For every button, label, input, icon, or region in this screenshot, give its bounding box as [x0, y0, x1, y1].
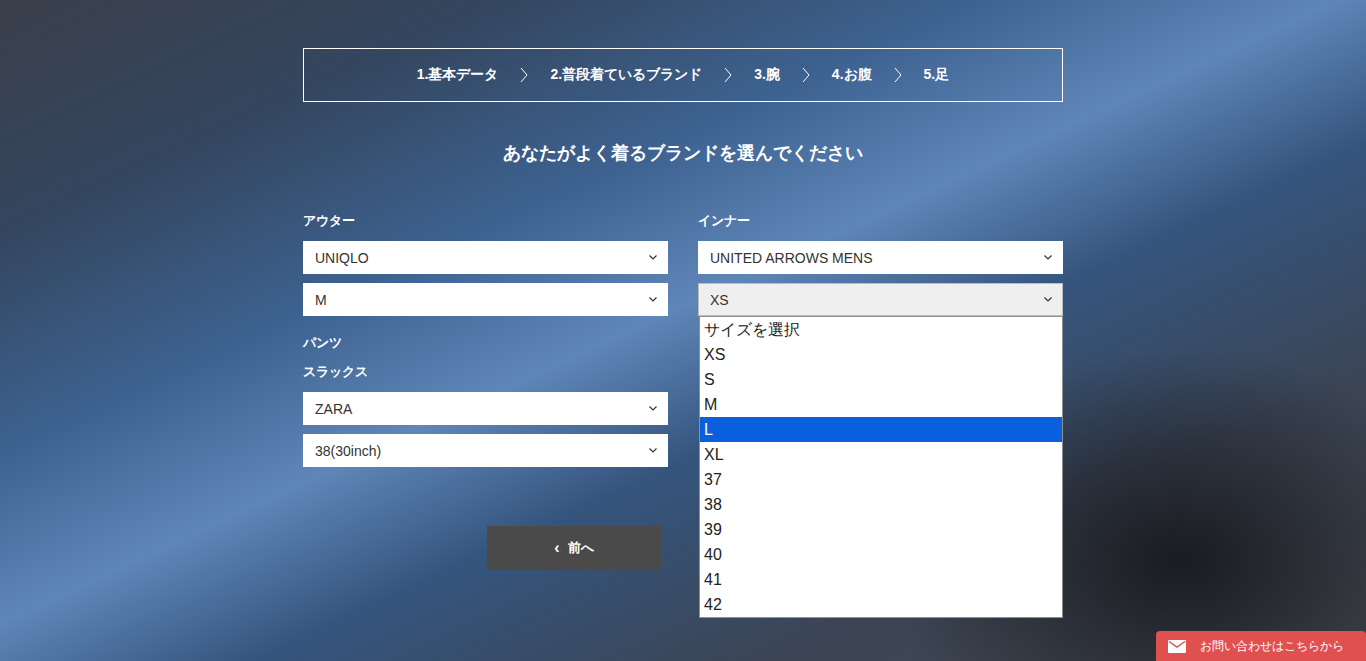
select-box[interactable]: 38(30inch) — [303, 434, 668, 467]
dropdown-option[interactable]: 41 — [700, 567, 1062, 592]
select-value: UNITED ARROWS MENS — [710, 250, 1044, 266]
chevron-right-icon — [520, 67, 528, 83]
contact-button[interactable]: お問い合わせはこちらから — [1156, 631, 1366, 661]
select-box[interactable]: M — [303, 283, 668, 316]
chevron-right-icon — [724, 67, 732, 83]
select-wrapper: UNIQLO — [303, 241, 668, 274]
form-columns: アウター UNIQLO M パンツスラックス ZARA 38(30inch) インナー UNI… — [303, 212, 1063, 467]
chevron-right-icon — [802, 67, 810, 83]
chevron-down-icon — [649, 255, 657, 260]
field-group: パンツスラックス ZARA 38(30inch) — [303, 334, 668, 467]
back-button[interactable]: ‹ 前へ — [487, 526, 661, 570]
step-item: 4.お腹 — [832, 66, 872, 84]
dropdown-option[interactable]: M — [700, 392, 1062, 417]
field-sublabel: スラックス — [303, 363, 668, 381]
dropdown-option[interactable]: サイズを選択 — [700, 317, 1062, 342]
field-label: パンツ — [303, 334, 668, 352]
select-box[interactable]: XS — [698, 283, 1063, 316]
select-value: M — [315, 292, 649, 308]
select-wrapper: 38(30inch) — [303, 434, 668, 467]
select-value: UNIQLO — [315, 250, 649, 266]
field-group: アウター UNIQLO M — [303, 212, 668, 316]
dropdown-option[interactable]: S — [700, 367, 1062, 392]
step-item: 1.基本データ — [417, 66, 499, 84]
chevron-down-icon — [649, 448, 657, 453]
field-label: アウター — [303, 212, 668, 230]
step-bar: 1.基本データ 2.普段着ているブランド 3.腕 4.お腹 5.足 — [303, 48, 1063, 102]
select-value: ZARA — [315, 401, 649, 417]
select-box[interactable]: UNITED ARROWS MENS — [698, 241, 1063, 274]
dropdown-option[interactable]: 38 — [700, 492, 1062, 517]
size-dropdown: サイズを選択XSSMLXL373839404142 — [699, 316, 1063, 618]
step-item: 3.腕 — [754, 66, 780, 84]
select-wrapper: XSサイズを選択XSSMLXL373839404142 — [698, 283, 1063, 316]
select-value: XS — [710, 292, 1044, 308]
select-box[interactable]: ZARA — [303, 392, 668, 425]
chevron-down-icon — [1044, 297, 1052, 302]
select-value: 38(30inch) — [315, 443, 649, 459]
select-box[interactable]: UNIQLO — [303, 241, 668, 274]
step-item: 2.普段着ているブランド — [550, 66, 702, 84]
chevron-down-icon — [649, 297, 657, 302]
brand-form: 1.基本データ 2.普段着ているブランド 3.腕 4.お腹 5.足あなたがよく着るブラン… — [303, 0, 1063, 570]
chevron-right-icon — [894, 67, 902, 83]
dropdown-option[interactable]: 40 — [700, 542, 1062, 567]
page-heading: あなたがよく着るブランドを選んでください — [303, 140, 1063, 166]
background-photo: 1.基本データ 2.普段着ているブランド 3.腕 4.お腹 5.足あなたがよく着るブラン… — [0, 0, 1366, 661]
dropdown-option[interactable]: 37 — [700, 467, 1062, 492]
contact-label: お問い合わせはこちらから — [1200, 638, 1344, 655]
dropdown-option[interactable]: XS — [700, 342, 1062, 367]
chevron-down-icon — [649, 406, 657, 411]
dropdown-option[interactable]: 42 — [700, 592, 1062, 617]
step-item: 5.足 — [924, 66, 950, 84]
field-group: インナー UNITED ARROWS MENS XSサイズを選択XSSMLXL373… — [698, 212, 1063, 316]
chevron-down-icon — [1044, 255, 1052, 260]
envelope-icon — [1168, 640, 1186, 653]
form-column: アウター UNIQLO M パンツスラックス ZARA 38(30inch) — [303, 212, 668, 467]
back-arrow-icon: ‹ — [554, 540, 559, 556]
form-column: インナー UNITED ARROWS MENS XSサイズを選択XSSMLXL373… — [698, 212, 1063, 467]
select-wrapper: ZARA — [303, 392, 668, 425]
dropdown-option[interactable]: 39 — [700, 517, 1062, 542]
select-wrapper: UNITED ARROWS MENS — [698, 241, 1063, 274]
field-label: インナー — [698, 212, 1063, 230]
dropdown-option[interactable]: L — [700, 417, 1062, 442]
select-wrapper: M — [303, 283, 668, 316]
back-label: 前へ — [568, 539, 594, 557]
dropdown-option[interactable]: XL — [700, 442, 1062, 467]
